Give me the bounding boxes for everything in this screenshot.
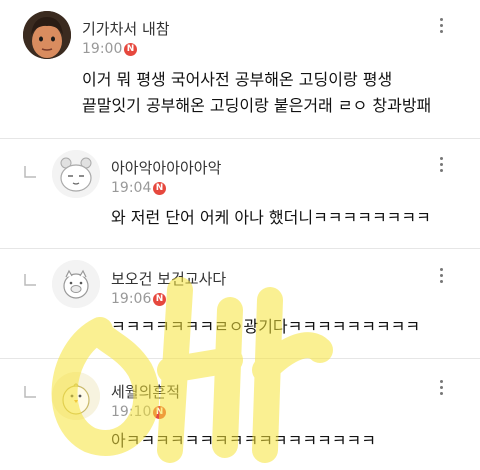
chick-icon: [52, 372, 100, 420]
avatar[interactable]: [52, 150, 100, 198]
cartoon-face-icon: [23, 11, 71, 59]
more-options-icon[interactable]: [432, 155, 452, 175]
comment-text-line-2: 끝말잇기 공부해온 고딩이랑 붙은거래 ㄹㅇ 창과방패: [82, 96, 432, 115]
more-options-icon[interactable]: [432, 378, 452, 398]
pig-icon: [52, 260, 100, 308]
avatar[interactable]: [52, 260, 100, 308]
new-badge: N: [153, 182, 166, 195]
new-badge: N: [153, 406, 166, 419]
divider: [0, 358, 480, 359]
comment-author[interactable]: 보오건 보건교사다: [111, 268, 226, 289]
divider: [0, 138, 480, 139]
avatar[interactable]: [23, 11, 71, 59]
reply-arrow-icon: [24, 386, 36, 398]
divider: [0, 248, 480, 249]
avatar[interactable]: [52, 372, 100, 420]
new-badge: N: [124, 43, 137, 56]
reply-arrow-icon: [24, 274, 36, 286]
comment-text-line-1: 아ㅋㅋㅋㅋㅋㅋㅋㅋㅋㅋㅋㅋㅋㅋㅋㅋㅋ: [111, 431, 376, 450]
comment-text-line-1: 와 저런 단어 어케 아나 했더니ㅋㅋㅋㅋㅋㅋㅋㅋ: [111, 208, 431, 227]
comment-text-line-1: 이거 뭐 평생 국어사전 공부해온 고딩이랑 평생: [82, 70, 393, 89]
comment-author[interactable]: 아아악아아아아악: [111, 157, 221, 178]
new-badge: N: [153, 293, 166, 306]
reply-arrow-icon: [24, 166, 36, 178]
more-options-icon[interactable]: [432, 266, 452, 286]
comment-author[interactable]: 기가차서 내참: [82, 18, 170, 39]
comment-time: 19:04: [111, 180, 152, 196]
comment-time: 19:00: [82, 41, 123, 57]
more-options-icon[interactable]: [432, 16, 452, 36]
comment-time: 19:06: [111, 291, 152, 307]
comment-time: 19:10: [111, 404, 152, 420]
comment-author[interactable]: 세월의흔적: [111, 381, 180, 402]
hamster-icon: [52, 150, 100, 198]
comment-text-line-1: ㅋㅋㅋㅋㅋㅋㅋㄹㅇ광기다ㅋㅋㅋㅋㅋㅋㅋㅋㅋ: [111, 317, 421, 336]
